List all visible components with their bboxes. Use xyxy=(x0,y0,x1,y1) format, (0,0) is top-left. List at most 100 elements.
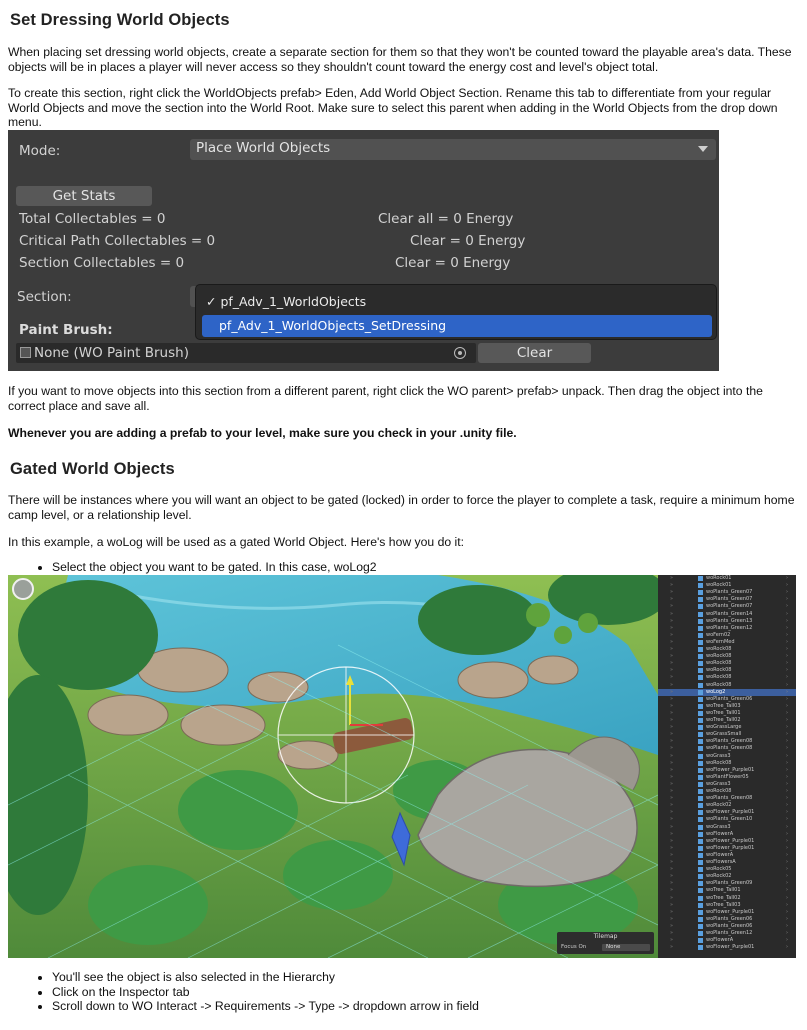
chevron-right-icon[interactable]: › xyxy=(786,852,788,859)
visibility-icon[interactable]: » xyxy=(670,781,673,788)
hierarchy-row[interactable]: » woPlantFlower05 › xyxy=(658,774,796,781)
object-picker-icon[interactable] xyxy=(454,347,466,359)
chevron-right-icon[interactable]: › xyxy=(786,795,788,802)
hierarchy-row[interactable]: » woPlants_Green06 › xyxy=(658,923,796,930)
chevron-right-icon[interactable]: › xyxy=(786,632,788,639)
chevron-right-icon[interactable]: › xyxy=(786,944,788,951)
visibility-icon[interactable]: » xyxy=(670,696,673,703)
hierarchy-row[interactable]: » woRock05 › xyxy=(658,866,796,873)
hierarchy-row[interactable]: » woRock08 › xyxy=(658,646,796,653)
dropdown-option-worldobjects[interactable]: ✓ pf_Adv_1_WorldObjects xyxy=(206,294,366,309)
chevron-right-icon[interactable]: › xyxy=(786,824,788,831)
visibility-icon[interactable]: » xyxy=(670,618,673,625)
chevron-right-icon[interactable]: › xyxy=(786,731,788,738)
visibility-icon[interactable]: » xyxy=(670,603,673,610)
hierarchy-row[interactable]: » woTree_Tall02 › xyxy=(658,717,796,724)
visibility-icon[interactable]: » xyxy=(670,831,673,838)
chevron-right-icon[interactable]: › xyxy=(786,575,788,582)
visibility-icon[interactable]: » xyxy=(670,753,673,760)
visibility-icon[interactable]: » xyxy=(670,944,673,951)
visibility-icon[interactable]: » xyxy=(670,745,673,752)
hierarchy-row[interactable]: » woFlower_Purple01 › xyxy=(658,845,796,852)
visibility-icon[interactable]: » xyxy=(670,845,673,852)
visibility-icon[interactable]: » xyxy=(670,710,673,717)
hierarchy-row[interactable]: » woPlants_Green09 › xyxy=(658,880,796,887)
hierarchy-row[interactable]: » woPlants_Green12 › xyxy=(658,930,796,937)
visibility-icon[interactable]: » xyxy=(670,738,673,745)
visibility-icon[interactable]: » xyxy=(670,824,673,831)
hierarchy-row[interactable]: » woRock02 › xyxy=(658,802,796,809)
visibility-icon[interactable]: » xyxy=(670,795,673,802)
chevron-right-icon[interactable]: › xyxy=(786,788,788,795)
hierarchy-row[interactable]: » woFlower_Purple01 › xyxy=(658,909,796,916)
visibility-icon[interactable]: » xyxy=(670,916,673,923)
chevron-right-icon[interactable]: › xyxy=(786,937,788,944)
chevron-right-icon[interactable]: › xyxy=(786,774,788,781)
visibility-icon[interactable]: » xyxy=(670,639,673,646)
visibility-icon[interactable]: » xyxy=(670,809,673,816)
hierarchy-row[interactable]: » woGrassSmall › xyxy=(658,731,796,738)
hierarchy-row[interactable]: » woRock08 › xyxy=(658,660,796,667)
visibility-icon[interactable]: » xyxy=(670,816,673,823)
chevron-right-icon[interactable]: › xyxy=(786,895,788,902)
visibility-icon[interactable]: » xyxy=(670,724,673,731)
visibility-icon[interactable]: » xyxy=(670,873,673,880)
visibility-icon[interactable]: » xyxy=(670,802,673,809)
chevron-right-icon[interactable]: › xyxy=(786,717,788,724)
chevron-right-icon[interactable]: › xyxy=(786,909,788,916)
hierarchy-row[interactable]: » woFlower_Purple01 › xyxy=(658,809,796,816)
chevron-right-icon[interactable]: › xyxy=(786,589,788,596)
hierarchy-row[interactable]: » woPlants_Green06 › xyxy=(658,696,796,703)
chevron-right-icon[interactable]: › xyxy=(786,618,788,625)
visibility-icon[interactable]: » xyxy=(670,887,673,894)
visibility-icon[interactable]: » xyxy=(670,589,673,596)
visibility-icon[interactable]: » xyxy=(670,667,673,674)
chevron-right-icon[interactable]: › xyxy=(786,930,788,937)
hierarchy-row[interactable]: » woFlowerA › xyxy=(658,937,796,944)
hierarchy-row[interactable]: » woPlants_Green07 › xyxy=(658,603,796,610)
visibility-icon[interactable]: » xyxy=(670,880,673,887)
hierarchy-row[interactable]: » woTree_Tall03 › xyxy=(658,902,796,909)
visibility-icon[interactable]: » xyxy=(670,788,673,795)
hierarchy-row[interactable]: » woPlants_Green08 › xyxy=(658,738,796,745)
chevron-right-icon[interactable]: › xyxy=(786,703,788,710)
visibility-icon[interactable]: » xyxy=(670,923,673,930)
hierarchy-row[interactable]: » woGrass3 › xyxy=(658,824,796,831)
hierarchy-row[interactable]: » woPlants_Green07 › xyxy=(658,596,796,603)
chevron-right-icon[interactable]: › xyxy=(786,696,788,703)
hierarchy-row[interactable]: » woPlants_Green12 › xyxy=(658,625,796,632)
chevron-right-icon[interactable]: › xyxy=(786,838,788,845)
visibility-icon[interactable]: » xyxy=(670,674,673,681)
chevron-right-icon[interactable]: › xyxy=(786,682,788,689)
visibility-icon[interactable]: » xyxy=(670,902,673,909)
focus-on-value[interactable]: None xyxy=(606,944,620,950)
hierarchy-row[interactable]: » woGrassLarge › xyxy=(658,724,796,731)
visibility-icon[interactable]: » xyxy=(670,689,673,696)
chevron-right-icon[interactable]: › xyxy=(786,639,788,646)
mode-dropdown[interactable]: Place World Objects xyxy=(190,139,716,160)
visibility-icon[interactable]: » xyxy=(670,760,673,767)
chevron-right-icon[interactable]: › xyxy=(786,880,788,887)
chevron-right-icon[interactable]: › xyxy=(786,674,788,681)
hierarchy-row[interactable]: » woRock08 › xyxy=(658,653,796,660)
chevron-right-icon[interactable]: › xyxy=(786,902,788,909)
visibility-icon[interactable]: » xyxy=(670,859,673,866)
chevron-right-icon[interactable]: › xyxy=(786,738,788,745)
hierarchy-row[interactable]: » woRock08 › xyxy=(658,674,796,681)
hierarchy-row-selected[interactable]: » woLog2 › xyxy=(658,688,796,696)
visibility-icon[interactable]: » xyxy=(670,717,673,724)
chevron-right-icon[interactable]: › xyxy=(786,887,788,894)
visibility-icon[interactable]: » xyxy=(670,703,673,710)
chevron-right-icon[interactable]: › xyxy=(786,596,788,603)
visibility-icon[interactable]: » xyxy=(670,866,673,873)
chevron-right-icon[interactable]: › xyxy=(786,802,788,809)
hierarchy-row[interactable]: » woPlants_Green13 › xyxy=(658,618,796,625)
chevron-right-icon[interactable]: › xyxy=(786,689,788,696)
chevron-right-icon[interactable]: › xyxy=(786,845,788,852)
chevron-right-icon[interactable]: › xyxy=(786,923,788,930)
hierarchy-row[interactable]: » woRock08 › xyxy=(658,788,796,795)
chevron-right-icon[interactable]: › xyxy=(786,873,788,880)
hierarchy-row[interactable]: » woFlowerA › xyxy=(658,852,796,859)
visibility-icon[interactable]: » xyxy=(670,625,673,632)
hierarchy-row[interactable]: » woFern02 › xyxy=(658,632,796,639)
